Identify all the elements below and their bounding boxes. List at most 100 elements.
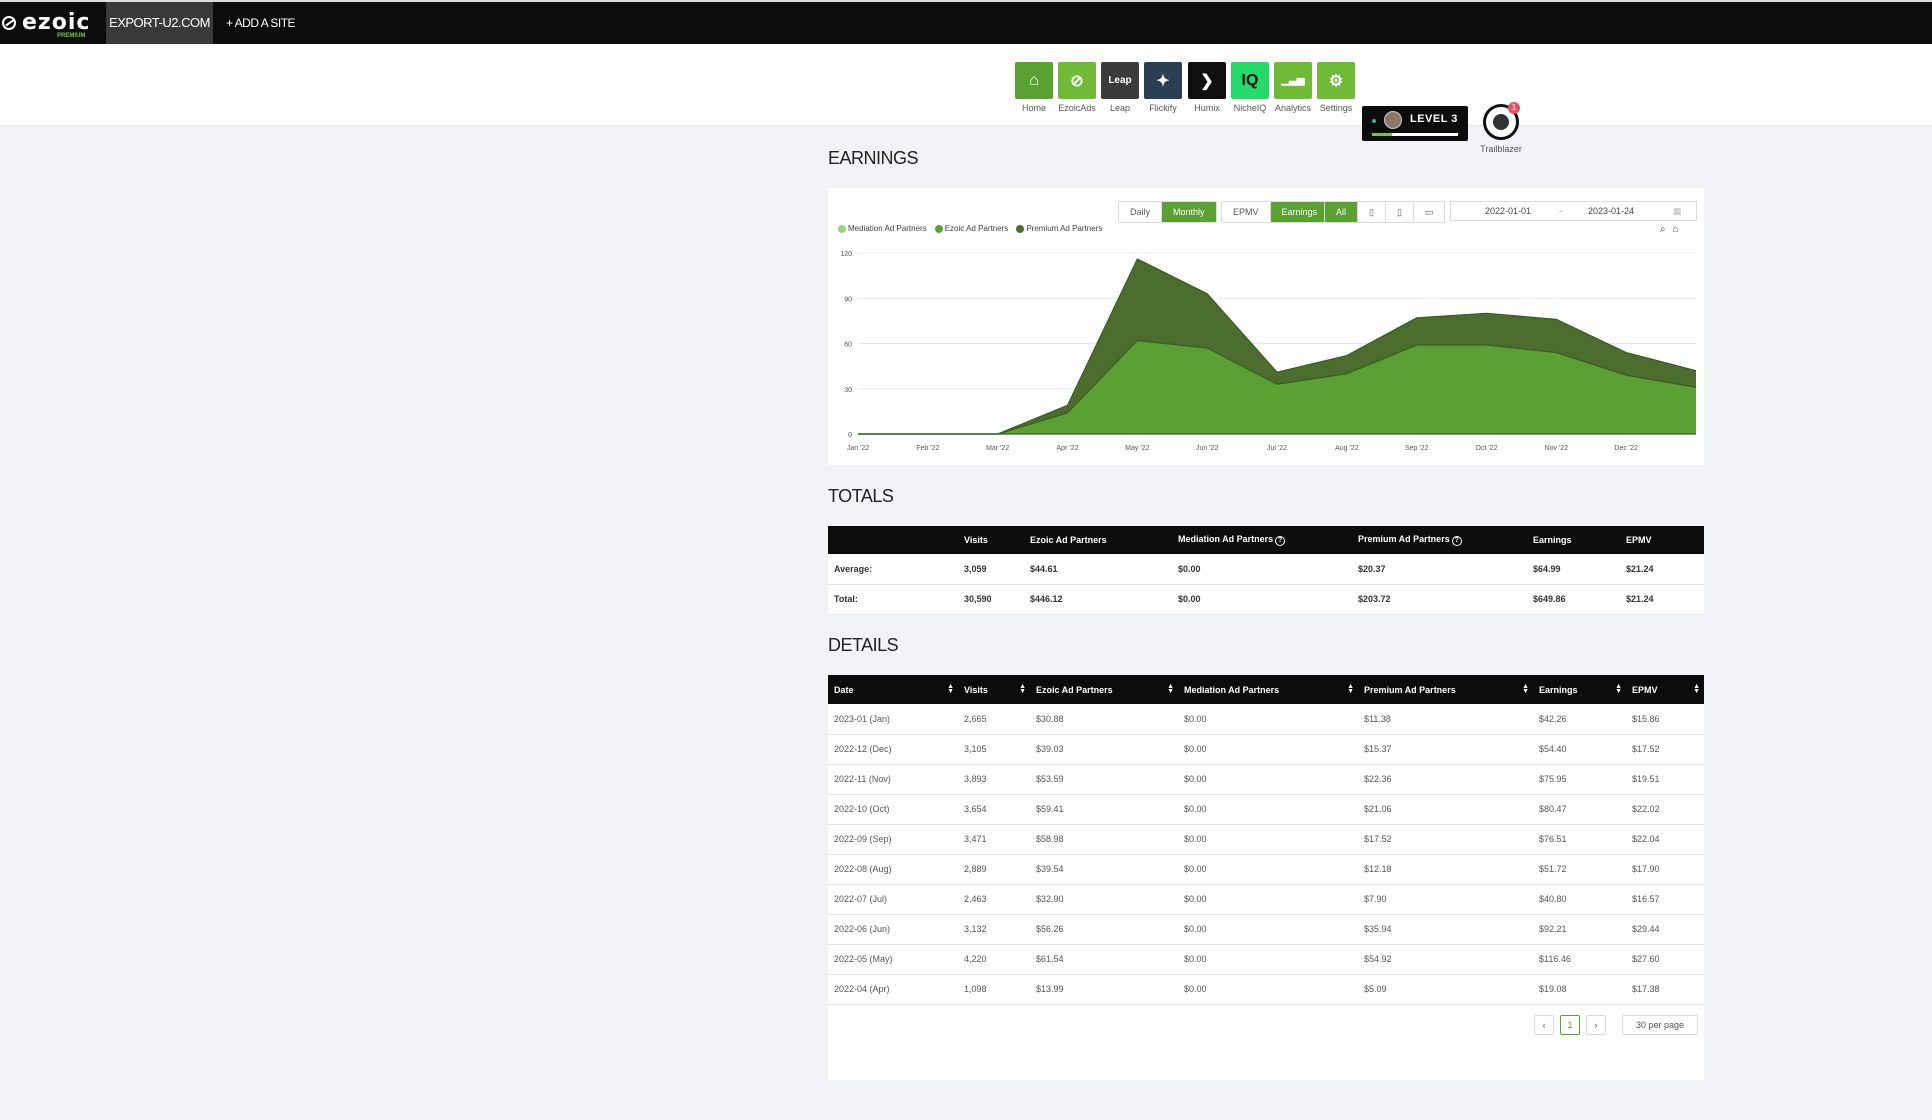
sort-icon[interactable]: ▲ ▼: [1019, 683, 1026, 695]
table-cell: Average:: [828, 554, 958, 585]
app-flickify[interactable]: ✦ Flickify: [1144, 62, 1182, 113]
column-header-label: EPMV: [1626, 535, 1652, 545]
sort-icon[interactable]: ▲ ▼: [1167, 683, 1174, 695]
site-selector-tab[interactable]: EXPORT-U2.COM: [106, 2, 213, 44]
table-cell: $11.38: [1358, 704, 1533, 735]
totals-card: Visits Ezoic Ad Partners Mediation Ad Part…: [828, 526, 1704, 615]
level-text: LEVEL 3: [1410, 113, 1458, 125]
table-cell: $59.41: [1030, 794, 1178, 825]
sort-icon[interactable]: ▲ ▼: [947, 683, 954, 695]
table-cell: $17.38: [1626, 974, 1704, 1005]
table-cell: 2022-12 (Dec): [828, 734, 958, 765]
column-header[interactable]: EPMV ▲ ▼: [1626, 675, 1704, 704]
level-progress-bar: [1372, 133, 1458, 136]
add-site-link[interactable]: + ADD A SITE: [226, 2, 296, 44]
table-cell: 3,893: [958, 764, 1030, 795]
table-cell: 2022-07 (Jul): [828, 884, 958, 915]
sort-icon[interactable]: ▲ ▼: [1522, 683, 1529, 695]
trailblazer-label: Trailblazer: [1480, 144, 1522, 154]
trailblazer-button[interactable]: 1 Trailblazer: [1476, 102, 1526, 154]
sort-icon[interactable]: ▲ ▼: [1347, 683, 1354, 695]
table-row: 2022-11 (Nov) 3,893 $53.59 $0.00 $22.36 $75.9…: [828, 764, 1704, 795]
table-cell: $76.51: [1533, 824, 1626, 855]
table-cell: $58.98: [1030, 824, 1178, 855]
y-tick-label: 90: [844, 296, 852, 303]
column-header[interactable]: Date ▲ ▼: [828, 675, 958, 704]
table-cell: $27.60: [1626, 944, 1704, 975]
details-card: Date ▲ ▼ Visits ▲ ▼ Ezoic Ad Partners ▲ ▼ Mediati…: [828, 675, 1704, 1080]
table-cell: $19.08: [1533, 974, 1626, 1005]
column-header[interactable]: Premium Ad Partners ▲ ▼: [1358, 675, 1533, 704]
app-label: Settings: [1319, 103, 1353, 113]
table-cell: 2022-05 (May): [828, 944, 958, 975]
column-header[interactable]: Earnings ▲ ▼: [1533, 675, 1626, 704]
table-cell: 2022-09 (Sep): [828, 824, 958, 855]
logo-text: ezoic: [22, 10, 91, 35]
earnings-chart-card: Daily Monthly EPMV Earnings All ▯ ▯ ▭ 20…: [828, 188, 1704, 465]
table-cell: $39.54: [1030, 854, 1178, 885]
table-cell: $0.00: [1178, 854, 1358, 885]
table-cell: $16.57: [1626, 884, 1704, 915]
table-cell: $21.06: [1358, 794, 1533, 825]
table-cell: Total:: [828, 584, 958, 615]
table-cell: $0.00: [1178, 914, 1358, 945]
table-cell: $22.36: [1358, 764, 1533, 795]
table-cell: 2022-04 (Apr): [828, 974, 958, 1005]
sort-icon[interactable]: ▲ ▼: [1693, 683, 1700, 695]
table-cell: $0.00: [1178, 704, 1358, 735]
x-tick-label: Oct '22: [1476, 445, 1498, 452]
x-tick-label: Nov '22: [1545, 445, 1569, 452]
humix-icon: ❯: [1188, 62, 1226, 99]
table-cell: $56.26: [1030, 914, 1178, 945]
column-header: EPMV: [1620, 526, 1704, 554]
page-1-button[interactable]: 1: [1560, 1014, 1580, 1035]
table-cell: 2022-11 (Nov): [828, 764, 958, 795]
sort-icon[interactable]: ▲ ▼: [1615, 683, 1622, 695]
x-tick-label: Jan '22: [847, 445, 869, 452]
column-header[interactable]: Visits ▲ ▼: [958, 675, 1030, 704]
home-icon: ⌂: [1015, 62, 1053, 99]
table-cell: $17.52: [1626, 734, 1704, 765]
table-cell: $0.00: [1178, 884, 1358, 915]
ezoic-logo[interactable]: ezoic PREMIUM: [0, 8, 90, 40]
table-cell: $446.12: [1024, 584, 1172, 615]
table-cell: $0.00: [1178, 734, 1358, 765]
x-tick-label: Sep '22: [1405, 445, 1429, 452]
help-icon[interactable]: ?: [1275, 536, 1286, 546]
app-settings[interactable]: ⚙ Settings: [1317, 62, 1355, 113]
prev-page-button[interactable]: ‹: [1534, 1014, 1554, 1035]
table-cell: $22.02: [1626, 794, 1704, 825]
table-row: 2022-10 (Oct) 3,654 $59.41 $0.00 $21.06 $80.4…: [828, 794, 1704, 825]
level-badge[interactable]: LEVEL 3: [1362, 106, 1468, 141]
table-cell: $54.40: [1533, 734, 1626, 765]
column-header-label: Mediation Ad Partners: [1184, 684, 1280, 695]
table-cell: 2022-10 (Oct): [828, 794, 958, 825]
earnings-area-chart: 0 30 60 90 120 Jan '22 Feb '22 Mar '22 Apr '22 Ma…: [840, 251, 1697, 452]
per-page-select[interactable]: 30 per page: [1622, 1014, 1698, 1035]
table-cell: $15.37: [1358, 734, 1533, 765]
details-title: DETAILS: [828, 635, 899, 655]
column-header[interactable]: Ezoic Ad Partners ▲ ▼: [1030, 675, 1178, 704]
totals-title: TOTALS: [828, 486, 894, 506]
column-header-label: Ezoic Ad Partners: [1036, 684, 1113, 695]
table-cell: 3,471: [958, 824, 1030, 855]
table-cell: $17.90: [1626, 854, 1704, 885]
table-cell: $22.04: [1626, 824, 1704, 855]
table-cell: $42.26: [1533, 704, 1626, 735]
column-header[interactable]: Mediation Ad Partners ▲ ▼: [1178, 675, 1358, 704]
help-icon[interactable]: ?: [1451, 536, 1462, 546]
x-tick-label: Aug '22: [1335, 445, 1359, 452]
table-cell: 3,132: [958, 914, 1030, 945]
next-page-button[interactable]: ›: [1586, 1014, 1606, 1035]
y-tick-label: 30: [844, 387, 852, 394]
x-tick-label: Jun '22: [1196, 445, 1218, 452]
table-row: 2022-07 (Jul) 2,463 $32.90 $0.00 $7.90 $40.80…: [828, 884, 1704, 915]
table-cell: $12.18: [1358, 854, 1533, 885]
table-cell: $0.00: [1172, 554, 1352, 585]
table-cell: $0.00: [1178, 794, 1358, 825]
app-launcher-bar: ⌂ Home ⊘ EzoicAds Leap Leap ✦ Flickify ❯ Humix IQ N…: [0, 44, 1932, 154]
table-cell: 1,098: [958, 974, 1030, 1005]
x-tick-label: Apr '22: [1057, 445, 1079, 452]
status-dot: [1372, 119, 1376, 123]
table-cell: $13.99: [1030, 974, 1178, 1005]
